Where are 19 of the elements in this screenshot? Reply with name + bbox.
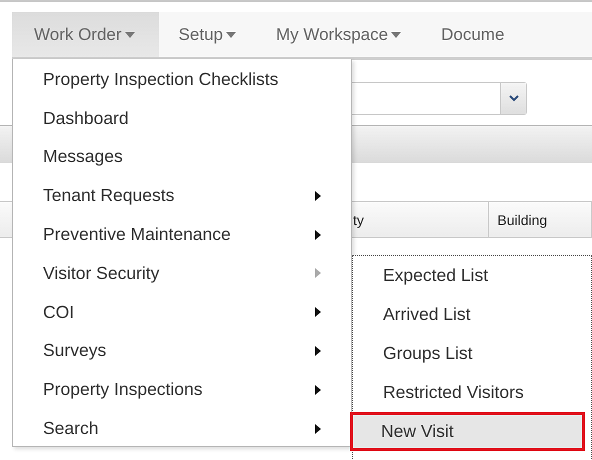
menu-item[interactable]: Surveys (13, 332, 351, 370)
nav-menu-item[interactable]: Docume (421, 12, 524, 57)
nav-menu-item[interactable]: Work Order (12, 12, 159, 57)
submenu-item[interactable]: Restricted Visitors (353, 373, 585, 412)
submenu-item[interactable]: Arrived List (353, 295, 585, 334)
nav-menu-item[interactable]: Setup (158, 12, 256, 57)
menu-item[interactable]: Property Inspections (13, 370, 351, 410)
menu-item[interactable]: COI (13, 292, 351, 332)
menu-item[interactable]: Property Inspection Checklists (13, 60, 351, 99)
menu-item[interactable]: Messages (13, 138, 351, 176)
menu-item[interactable]: Visitor Security (13, 254, 351, 293)
nav-menu-item[interactable]: My Workspace (256, 12, 422, 57)
chevron-down-icon (508, 95, 518, 102)
menu-item[interactable]: Dashboard (13, 98, 351, 138)
submenu-item[interactable]: Groups List (353, 334, 585, 373)
menu-item[interactable]: Search (13, 409, 351, 448)
column-header: Building (489, 202, 592, 237)
submenu-item[interactable]: Expected List (353, 256, 585, 295)
submenu-item[interactable]: New Visit (350, 412, 585, 451)
